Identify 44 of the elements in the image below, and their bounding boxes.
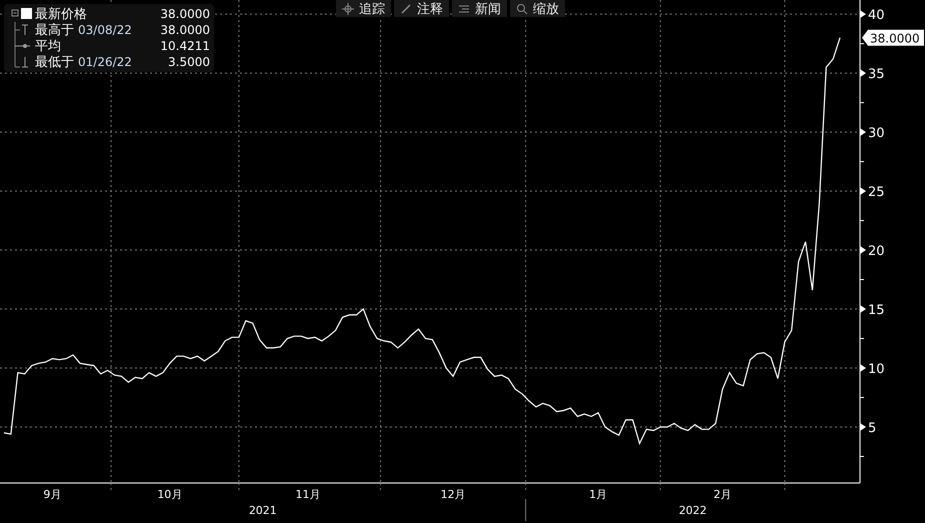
legend-label: 最新价格 (35, 6, 87, 23)
legend-label: 最低于 (35, 54, 74, 71)
year-label: 2021 (248, 504, 277, 517)
y-tick-label: 20 (868, 244, 885, 260)
legend-label: 最高于 (35, 22, 74, 39)
legend-value: 10.4211 (160, 39, 210, 53)
y-tick-label: 10 (868, 362, 885, 377)
tick-marker-icon (860, 128, 866, 136)
y-tick-label: 15 (868, 303, 885, 318)
annotate-button[interactable]: 注释 (394, 0, 449, 17)
y-tick-label: 5 (868, 420, 876, 436)
zoom-button[interactable]: 缩放 (510, 0, 565, 17)
x-tick-label: 11月 (296, 488, 320, 501)
legend-label: 平均 (35, 38, 61, 55)
tick-marker-icon (860, 305, 866, 314)
legend-value: 38.0000 (160, 7, 210, 21)
tick-marker-icon (860, 69, 866, 78)
x-tick-label: 12月 (440, 488, 466, 501)
list-icon (458, 2, 470, 14)
tick-marker-icon (860, 10, 866, 18)
y-tick-label: 40 (868, 8, 885, 24)
y-tick-label: 30 (868, 126, 885, 142)
tick-marker-icon (860, 246, 866, 254)
tick-marker-icon (860, 364, 866, 372)
legend-date: 03/08/22 (78, 23, 132, 37)
legend-value: 3.5000 (168, 55, 210, 69)
y-tick-label: 25 (868, 185, 885, 200)
legend-value: 38.0000 (160, 23, 210, 37)
track-button[interactable]: 追踪 (336, 0, 391, 17)
tick-marker-icon (860, 422, 866, 431)
news-button[interactable]: 新闻 (452, 0, 507, 17)
pencil-icon (400, 2, 412, 14)
year-label: 2022 (678, 504, 707, 517)
last-value-tag: 38.0000 (862, 30, 924, 46)
x-tick-label: 2月 (714, 488, 732, 501)
x-tick-label: 9月 (43, 488, 62, 501)
crosshair-icon (342, 2, 354, 14)
x-tick-label: 1月 (589, 488, 608, 501)
tick-marker-icon (860, 187, 866, 196)
collapse-icon (10, 6, 32, 22)
y-tick-label: 35 (868, 67, 885, 82)
legend-date: 01/26/22 (78, 55, 132, 69)
x-tick-label: 10月 (157, 488, 182, 501)
search-icon (516, 2, 528, 14)
